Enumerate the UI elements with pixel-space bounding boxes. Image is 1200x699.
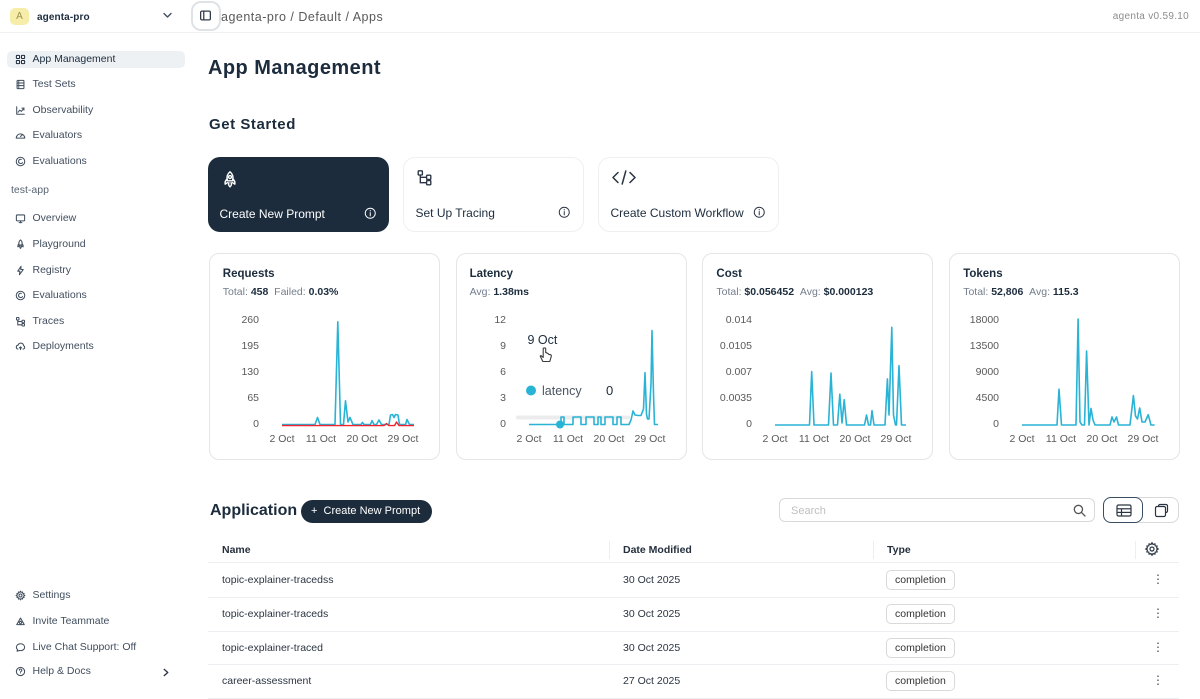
svg-text:11 Oct: 11 Oct	[553, 433, 583, 445]
svg-text:4500: 4500	[976, 392, 1000, 404]
svg-text:2 Oct: 2 Oct	[763, 433, 788, 445]
svg-text:13500: 13500	[970, 340, 999, 352]
svg-text:260: 260	[241, 314, 259, 326]
svg-text:0: 0	[606, 383, 613, 398]
svg-text:0: 0	[747, 418, 753, 430]
svg-text:0.014: 0.014	[726, 314, 752, 326]
svg-text:65: 65	[247, 392, 259, 404]
svg-text:29 Oct: 29 Oct	[1128, 433, 1159, 445]
svg-text:29 Oct: 29 Oct	[881, 433, 912, 445]
svg-text:6: 6	[500, 366, 506, 378]
svg-text:0: 0	[500, 418, 506, 430]
svg-text:0: 0	[993, 418, 999, 430]
svg-text:9 Oct: 9 Oct	[527, 333, 557, 347]
svg-text:11 Oct: 11 Oct	[306, 433, 336, 445]
svg-text:3: 3	[500, 392, 506, 404]
svg-text:18000: 18000	[970, 314, 999, 326]
svg-text:9: 9	[500, 340, 506, 352]
svg-text:0.0105: 0.0105	[720, 340, 752, 352]
svg-text:12: 12	[494, 314, 506, 326]
svg-text:9000: 9000	[976, 366, 1000, 378]
svg-text:20 Oct: 20 Oct	[593, 433, 624, 445]
svg-text:11 Oct: 11 Oct	[799, 433, 829, 445]
svg-text:2 Oct: 2 Oct	[516, 433, 541, 445]
svg-text:0: 0	[253, 418, 259, 430]
svg-text:0.0035: 0.0035	[720, 392, 752, 404]
svg-text:20 Oct: 20 Oct	[1087, 433, 1118, 445]
svg-text:latency: latency	[542, 384, 582, 398]
svg-text:11 Oct: 11 Oct	[1046, 433, 1076, 445]
svg-text:20 Oct: 20 Oct	[840, 433, 871, 445]
svg-text:195: 195	[241, 340, 259, 352]
svg-text:2 Oct: 2 Oct	[1010, 433, 1035, 445]
svg-text:29 Oct: 29 Oct	[387, 433, 418, 445]
svg-text:0.007: 0.007	[726, 366, 752, 378]
svg-text:2 Oct: 2 Oct	[269, 433, 294, 445]
svg-text:130: 130	[241, 366, 259, 378]
svg-text:20 Oct: 20 Oct	[346, 433, 377, 445]
svg-text:29 Oct: 29 Oct	[634, 433, 665, 445]
